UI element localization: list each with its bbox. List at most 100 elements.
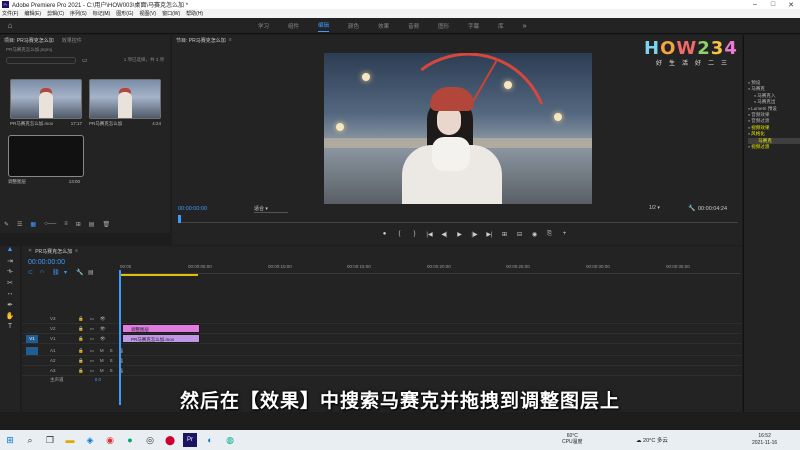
close-icon[interactable]: ✕ bbox=[28, 248, 32, 254]
work-area-bar[interactable] bbox=[120, 274, 198, 276]
track-controls[interactable]: 🔒▭👁 bbox=[78, 336, 112, 342]
tab-sequence[interactable]: PR马赛克怎么加 bbox=[35, 248, 72, 255]
workspace-tab-libraries[interactable]: 库 bbox=[498, 22, 504, 30]
pencil-icon[interactable]: ✎ bbox=[4, 221, 9, 228]
go-to-in-icon[interactable]: |◀ bbox=[422, 231, 437, 238]
trash-icon[interactable]: 🗑 bbox=[102, 221, 110, 228]
maximize-button[interactable]: □ bbox=[764, 1, 782, 9]
menu-window[interactable]: 窗口(W) bbox=[162, 10, 180, 17]
premiere-taskbar-icon[interactable]: Pr bbox=[183, 433, 197, 447]
menu-help[interactable]: 帮助(H) bbox=[186, 10, 203, 17]
project-item[interactable]: 调整图层 13:00 bbox=[8, 135, 84, 185]
track-controls[interactable]: 🔒▭MS🎙 bbox=[78, 348, 130, 354]
captions-icon[interactable]: ▤ bbox=[88, 269, 100, 276]
video-preview[interactable] bbox=[324, 53, 592, 204]
project-item[interactable]: PR马赛克怎么加 4:24 bbox=[89, 79, 161, 127]
comparison-icon[interactable]: ⎘ bbox=[542, 231, 557, 238]
menu-sequence[interactable]: 序列(S) bbox=[70, 10, 87, 17]
wrench-icon[interactable]: 🔧 bbox=[688, 205, 695, 212]
workspace-tab-color[interactable]: 颜色 bbox=[348, 22, 359, 30]
workspace-tab-graphics[interactable]: 图形 bbox=[438, 22, 449, 30]
resolution-select[interactable]: 1/2 ▾ bbox=[649, 205, 660, 211]
track-controls[interactable]: 🔒▭👁 bbox=[78, 316, 112, 322]
task-view-icon[interactable]: ❐ bbox=[40, 430, 60, 450]
add-marker-icon[interactable]: ● bbox=[377, 231, 392, 238]
source-patch-v1[interactable]: V1 bbox=[26, 335, 38, 343]
slip-tool-icon[interactable]: ↔ bbox=[0, 290, 20, 301]
lift-icon[interactable]: ⊞ bbox=[497, 231, 512, 238]
zoom-slider[interactable]: ○── bbox=[44, 221, 56, 228]
go-to-out-icon[interactable]: ▶| bbox=[482, 231, 497, 238]
workspace-tab-audio[interactable]: 音频 bbox=[408, 22, 419, 30]
master-volume[interactable]: 0.0 bbox=[95, 377, 101, 382]
home-icon[interactable]: ⌂ bbox=[0, 21, 20, 30]
time-ruler[interactable]: 00:00 00:00:05:00 00:00:10:00 00:00:15:0… bbox=[120, 262, 740, 276]
hand-tool-icon[interactable]: ✋ bbox=[0, 312, 20, 323]
sort-icon[interactable]: ≡ bbox=[64, 221, 68, 228]
add-button-icon[interactable]: + bbox=[557, 231, 572, 238]
menu-graphics[interactable]: 图形(G) bbox=[116, 10, 133, 17]
ripple-edit-tool-icon[interactable]: ⟛ bbox=[0, 268, 20, 279]
workspace-tab-effects[interactable]: 效果 bbox=[378, 22, 389, 30]
track-select-tool-icon[interactable]: ⇥ bbox=[0, 257, 20, 268]
chrome-icon[interactable]: ◉ bbox=[100, 430, 120, 450]
menu-icon[interactable]: ≡ bbox=[75, 248, 78, 254]
workspace-tab-captions[interactable]: 字幕 bbox=[468, 22, 479, 30]
type-tool-icon[interactable]: T bbox=[0, 323, 20, 334]
workspace-tab-editing[interactable]: 编辑 bbox=[318, 21, 330, 32]
workspace-more-icon[interactable]: » bbox=[523, 23, 527, 30]
search-icon[interactable]: ⌕ bbox=[20, 430, 40, 450]
mark-in-icon[interactable]: { bbox=[392, 231, 407, 238]
marker-icon[interactable]: ▾ bbox=[64, 269, 76, 276]
app-icon[interactable]: ● bbox=[120, 430, 140, 450]
cpu-temp-widget[interactable]: 60°C CPU温度 bbox=[562, 433, 583, 445]
menu-edit[interactable]: 编辑(E) bbox=[24, 10, 41, 17]
zoom-select[interactable]: 适合 ▾ bbox=[254, 205, 288, 213]
system-clock[interactable]: 16:52 2021-11-16 bbox=[752, 433, 777, 447]
program-scrub-bar[interactable] bbox=[178, 217, 738, 223]
export-frame-icon[interactable]: ◉ bbox=[527, 231, 542, 238]
workspace-tab-assembly[interactable]: 组件 bbox=[288, 22, 299, 30]
clip-video[interactable]: PR马赛克怎么加.mov bbox=[122, 334, 200, 343]
snap-icon[interactable]: ∩ bbox=[40, 269, 52, 276]
list-view-icon[interactable]: ☰ bbox=[17, 221, 22, 228]
step-back-icon[interactable]: ◀| bbox=[437, 231, 452, 238]
folder-icon[interactable]: ▭ bbox=[82, 57, 88, 64]
track-controls[interactable]: 🔒▭MS🎙 bbox=[78, 368, 130, 374]
obs-icon[interactable]: ◎ bbox=[140, 430, 160, 450]
store-icon[interactable]: ◈ bbox=[80, 430, 100, 450]
timeline-timecode[interactable]: 00:00:00:00 bbox=[28, 259, 65, 266]
project-item[interactable]: PR马赛克怎么加.mov 17:17 bbox=[10, 79, 82, 127]
weather-widget[interactable]: ☁ 20°C 多云 bbox=[636, 436, 668, 444]
step-forward-icon[interactable]: |▶ bbox=[467, 231, 482, 238]
new-item-icon[interactable]: ▤ bbox=[89, 221, 95, 228]
menu-view[interactable]: 视图(V) bbox=[139, 10, 156, 17]
extract-icon[interactable]: ⊟ bbox=[512, 231, 527, 238]
source-patch-a1[interactable] bbox=[26, 347, 38, 355]
clip-adjustment-layer[interactable]: 调整图层 bbox=[122, 324, 200, 333]
selection-tool-icon[interactable]: ▲ bbox=[0, 246, 20, 257]
edge-icon[interactable]: ◐ bbox=[200, 430, 220, 450]
track-controls[interactable]: 🔒▭MS🎙 bbox=[78, 358, 130, 364]
menu-clip[interactable]: 剪辑(C) bbox=[47, 10, 64, 17]
pen-tool-icon[interactable]: ✒ bbox=[0, 301, 20, 312]
linked-selection-icon[interactable]: ⛓ bbox=[52, 269, 64, 276]
timeline-playhead[interactable] bbox=[119, 270, 121, 405]
tab-effect-controls[interactable]: 效果控件 bbox=[62, 37, 82, 44]
effects-tree-item[interactable]: 视频过渡 bbox=[748, 144, 800, 150]
wechat-icon[interactable]: ◍ bbox=[220, 430, 240, 450]
program-timecode[interactable]: 00:00:00:00 bbox=[178, 206, 207, 212]
mark-out-icon[interactable]: } bbox=[407, 231, 422, 238]
menu-markers[interactable]: 标记(M) bbox=[93, 10, 111, 17]
settings-icon[interactable]: 🔧 bbox=[76, 269, 88, 276]
close-button[interactable]: ✕ bbox=[782, 1, 800, 9]
program-playhead[interactable] bbox=[178, 215, 181, 223]
project-search-input[interactable] bbox=[6, 56, 76, 64]
automate-icon[interactable]: ⊞ bbox=[76, 221, 81, 228]
play-icon[interactable]: ▶ bbox=[452, 231, 467, 238]
record-icon[interactable]: ⬤ bbox=[160, 430, 180, 450]
track-controls[interactable]: 🔒▭👁 bbox=[78, 326, 112, 332]
minimize-button[interactable]: – bbox=[746, 1, 764, 9]
nest-icon[interactable]: ⊂ bbox=[28, 269, 40, 276]
tab-program[interactable]: 节目: PR马赛克怎么加 bbox=[176, 37, 226, 44]
